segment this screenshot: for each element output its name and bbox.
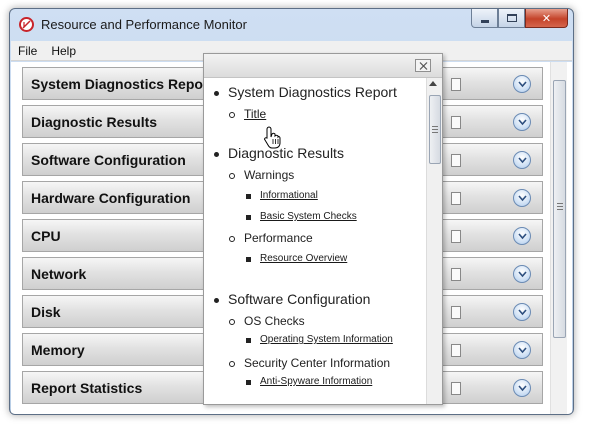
section-label: Software Configuration bbox=[31, 152, 186, 168]
document-icon bbox=[451, 78, 461, 91]
chevron-down-icon bbox=[518, 309, 527, 316]
window-title: Resource and Performance Monitor bbox=[41, 17, 247, 32]
bullet-icon bbox=[214, 298, 219, 303]
document-icon bbox=[451, 306, 461, 319]
chevron-down-icon bbox=[518, 271, 527, 278]
minimize-button[interactable] bbox=[471, 9, 498, 28]
main-scrollbar-thumb[interactable] bbox=[553, 80, 566, 338]
chevron-down-icon bbox=[518, 119, 527, 126]
toc-link[interactable]: Title bbox=[244, 107, 266, 121]
toc-link[interactable]: Basic System Checks bbox=[260, 211, 357, 222]
section-label: Memory bbox=[31, 342, 85, 358]
bullet-icon bbox=[229, 361, 235, 367]
close-button[interactable]: ✕ bbox=[525, 9, 568, 28]
expand-button[interactable] bbox=[513, 303, 531, 321]
expand-button[interactable] bbox=[513, 113, 531, 131]
hand-cursor-icon bbox=[264, 126, 281, 149]
document-icon bbox=[451, 192, 461, 205]
table-of-contents-popup: System Diagnostics Report Title Diagnostic… bbox=[203, 53, 443, 405]
section-label: CPU bbox=[31, 228, 61, 244]
bullet-icon bbox=[229, 112, 235, 118]
section-label: Network bbox=[31, 266, 87, 282]
toc-heading: OS Checks bbox=[244, 314, 305, 328]
title-bar[interactable]: Resource and Performance Monitor ✕ bbox=[10, 9, 573, 41]
minimize-icon bbox=[480, 19, 489, 23]
bullet-icon bbox=[229, 173, 235, 179]
toc-link[interactable]: Anti-Spyware Information bbox=[260, 376, 372, 387]
bullet-icon bbox=[246, 380, 251, 385]
popup-scrollbar[interactable] bbox=[426, 78, 442, 404]
expand-button[interactable] bbox=[513, 189, 531, 207]
document-icon bbox=[451, 230, 461, 243]
maximize-icon bbox=[506, 14, 517, 22]
caption-buttons: ✕ bbox=[471, 9, 568, 29]
chevron-down-icon bbox=[518, 157, 527, 164]
document-icon bbox=[451, 116, 461, 129]
bullet-icon bbox=[246, 215, 251, 220]
bullet-icon bbox=[229, 319, 235, 325]
chevron-down-icon bbox=[518, 233, 527, 240]
section-label: Disk bbox=[31, 304, 61, 320]
bullet-icon bbox=[214, 152, 219, 157]
expand-button[interactable] bbox=[513, 151, 531, 169]
grip-icon bbox=[432, 126, 438, 133]
toc-list: System Diagnostics Report Title Diagnostic… bbox=[204, 78, 426, 404]
section-label: Hardware Configuration bbox=[31, 190, 191, 206]
document-icon bbox=[451, 344, 461, 357]
popup-close-button[interactable] bbox=[415, 59, 431, 72]
toc-link[interactable]: Informational bbox=[260, 190, 318, 201]
document-icon bbox=[451, 154, 461, 167]
expand-button[interactable] bbox=[513, 265, 531, 283]
bullet-icon bbox=[214, 91, 219, 96]
bullet-icon bbox=[246, 194, 251, 199]
section-label: Report Statistics bbox=[31, 380, 143, 396]
bullet-icon bbox=[246, 257, 251, 262]
document-icon bbox=[451, 382, 461, 395]
close-icon bbox=[419, 62, 428, 70]
expand-button[interactable] bbox=[513, 75, 531, 93]
popup-header bbox=[204, 54, 442, 78]
resource-monitor-icon bbox=[19, 17, 34, 32]
chevron-down-icon bbox=[518, 347, 527, 354]
chevron-down-icon bbox=[518, 81, 527, 88]
toc-heading: Performance bbox=[244, 231, 313, 245]
toc-link[interactable]: Operating System Information bbox=[260, 334, 393, 345]
popup-scrollbar-thumb[interactable] bbox=[429, 95, 441, 164]
toc-heading: Diagnostic Results bbox=[228, 145, 344, 161]
section-label: System Diagnostics Report bbox=[31, 76, 214, 92]
scroll-up-arrow-icon[interactable] bbox=[429, 81, 437, 86]
bullet-icon bbox=[246, 338, 251, 343]
menu-file[interactable]: File bbox=[11, 44, 44, 58]
section-label: Diagnostic Results bbox=[31, 114, 158, 130]
chevron-down-icon bbox=[518, 195, 527, 202]
close-icon: ✕ bbox=[541, 12, 552, 25]
toc-heading: Security Center Information bbox=[244, 356, 391, 370]
menu-help[interactable]: Help bbox=[44, 44, 83, 58]
bullet-icon bbox=[229, 236, 235, 242]
toc-link[interactable]: Resource Overview bbox=[260, 253, 347, 264]
maximize-button[interactable] bbox=[498, 9, 525, 28]
toc-heading: Warnings bbox=[244, 168, 295, 182]
expand-button[interactable] bbox=[513, 341, 531, 359]
chevron-down-icon bbox=[518, 385, 527, 392]
grip-icon bbox=[557, 203, 563, 210]
main-scrollbar[interactable] bbox=[550, 62, 567, 414]
expand-button[interactable] bbox=[513, 227, 531, 245]
expand-button[interactable] bbox=[513, 379, 531, 397]
toc-heading: Software Configuration bbox=[228, 291, 371, 307]
toc-heading: System Diagnostics Report bbox=[228, 84, 397, 100]
document-icon bbox=[451, 268, 461, 281]
